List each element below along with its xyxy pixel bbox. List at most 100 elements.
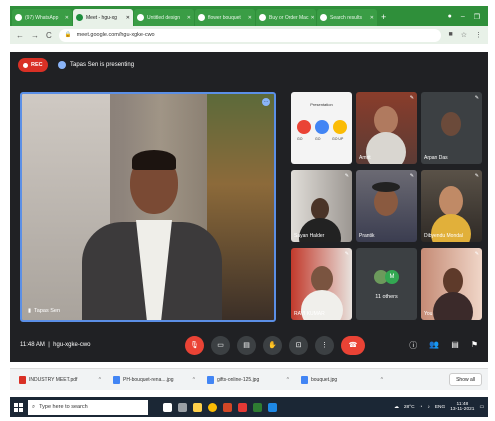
tab-search-results[interactable]: Search results ✕	[317, 9, 377, 26]
new-tab-button[interactable]: +	[381, 12, 386, 22]
participant-tile-prantik[interactable]: ✎ Prantik	[356, 170, 417, 242]
image-file-icon	[207, 375, 214, 384]
tab-meet[interactable]: Meet - hgu-xg ✕	[73, 9, 133, 26]
file-explorer-icon[interactable]	[193, 402, 202, 412]
close-tab-icon[interactable]: ✕	[246, 15, 252, 21]
pdf-file-icon	[19, 375, 26, 384]
close-tab-icon[interactable]: ✕	[63, 15, 69, 21]
tab-untitled-design[interactable]: Untitled design ✕	[134, 9, 194, 26]
window-controls: ● – ❐	[448, 13, 488, 21]
participant-name: RAVI KUMAR	[294, 311, 325, 317]
canva-icon	[137, 14, 144, 21]
downloads-bar: INDUSTRY MEET.pdf ^ PH-bouquet-rena....jp…	[10, 368, 488, 390]
participant-face	[443, 268, 463, 294]
more-options-button[interactable]: ⋮	[315, 335, 334, 355]
download-item[interactable]: bouquet.jpg ^	[298, 372, 386, 387]
activities-icon[interactable]: ⚑	[471, 340, 478, 351]
download-item[interactable]: gifts-online-125.jpg ^	[204, 372, 292, 387]
pin-icon[interactable]: ✎	[410, 173, 414, 179]
restore-icon[interactable]: ❐	[474, 13, 480, 21]
participant-tile-you[interactable]: ✎ You	[421, 248, 482, 320]
mic-off-button[interactable]: 🎙	[185, 335, 204, 355]
others-count: 11 others	[375, 294, 398, 300]
weather-icon[interactable]: ☁	[394, 405, 399, 410]
info-icon[interactable]: ⓘ	[409, 340, 417, 351]
present-button[interactable]: ⊡	[289, 335, 308, 355]
participant-tile-dibyendu-mondal[interactable]: ✎ Dibyendu Mondal	[421, 170, 482, 242]
tab-whatsapp[interactable]: (97) WhatsApp ✕	[12, 9, 72, 26]
temperature: 28°C	[403, 404, 415, 410]
reload-icon[interactable]: C	[46, 31, 52, 40]
presentation-thumbnail[interactable]: Presentation GO GO GO UP	[291, 92, 352, 164]
pin-icon[interactable]: ✎	[410, 95, 414, 101]
people-icon[interactable]: 👥	[429, 340, 439, 351]
leave-call-button[interactable]: ☎	[341, 335, 365, 355]
app-icon[interactable]	[268, 402, 277, 412]
close-tab-icon[interactable]: ✕	[185, 15, 191, 21]
chat-icon[interactable]: ▤	[451, 340, 459, 351]
app-icon[interactable]	[253, 402, 262, 412]
pin-icon[interactable]: ✎	[475, 173, 479, 179]
pin-icon[interactable]: ✎	[345, 251, 349, 257]
acrobat-icon[interactable]	[238, 402, 247, 412]
task-view-icon[interactable]	[178, 402, 187, 412]
forward-icon[interactable]: →	[31, 31, 39, 40]
raise-hand-button[interactable]: ✋	[263, 335, 282, 355]
participant-tile-amrit[interactable]: ✎ Amrit	[356, 92, 417, 164]
tab-flower-bouquet[interactable]: flower bouquet ✕	[195, 9, 255, 26]
windows-taskbar: ⌕ Type here to search ☁ 28°C ◔ ♪ ENG 11:4…	[10, 397, 488, 417]
menu-dots-icon[interactable]: ⋮	[475, 31, 482, 39]
tab-buy-order[interactable]: Buy or Order Mac ✕	[256, 9, 316, 26]
pin-icon[interactable]: ✎	[475, 95, 479, 101]
cortana-icon[interactable]	[163, 402, 172, 412]
taskbar-apps	[163, 402, 277, 412]
account-icon[interactable]: ●	[448, 13, 452, 21]
camera-button[interactable]: ▭	[211, 335, 230, 355]
bookmark-star-icon[interactable]: ☆	[461, 31, 467, 39]
participant-tile-sayan-halder[interactable]: ✎ Sayan Halder	[291, 170, 352, 242]
minimize-icon[interactable]: –	[461, 13, 465, 21]
captions-button[interactable]: ▤	[237, 335, 256, 355]
record-dot-icon	[23, 62, 28, 68]
camera-indicator-icon[interactable]: ■	[448, 31, 452, 39]
pin-icon: ▮	[28, 308, 32, 314]
others-avatar-letter: M	[385, 270, 399, 284]
language-indicator[interactable]: ENG	[435, 405, 445, 410]
participant-face	[374, 188, 398, 216]
notification-icon[interactable]: ▭	[479, 405, 484, 410]
pin-icon[interactable]: ✎	[345, 173, 349, 179]
chevron-up-icon[interactable]: ^	[193, 377, 195, 383]
meet-controls-bar: 11:48 AM | hgu-xgke-cwo 🎙 ▭ ▤ ✋ ⊡ ⋮ ☎ ⓘ …	[10, 330, 488, 360]
show-all-button[interactable]: Show all	[449, 373, 482, 386]
download-item[interactable]: PH-bouquet-rena....jpg ^	[110, 372, 198, 387]
participant-tile-arpan-das[interactable]: ✎ Arpan Das	[421, 92, 482, 164]
windows-start-icon[interactable]	[14, 402, 23, 412]
pin-icon[interactable]: ✎	[475, 251, 479, 257]
meet-window: REC Tapas Sen is presenting ⋯ ▮ Tapas Sen…	[10, 52, 488, 362]
participant-headphones	[372, 182, 400, 192]
presenting-banner: Tapas Sen is presenting	[58, 61, 134, 69]
taskbar-search-box[interactable]: ⌕ Type here to search	[28, 399, 148, 415]
wifi-icon[interactable]: ◔	[420, 405, 423, 410]
thumb-label: GO UP	[332, 137, 344, 141]
taskbar-clock[interactable]: 11:48 13-11-2021	[450, 402, 474, 413]
chevron-up-icon[interactable]: ^	[287, 377, 289, 383]
others-tile[interactable]: M 11 others	[356, 248, 417, 320]
tile-options-icon[interactable]: ⋯	[262, 98, 270, 106]
download-item[interactable]: INDUSTRY MEET.pdf ^	[16, 372, 104, 387]
powerpoint-icon[interactable]	[223, 402, 232, 412]
close-tab-icon[interactable]: ✕	[124, 15, 130, 21]
volume-icon[interactable]: ♪	[427, 405, 429, 410]
close-tab-icon[interactable]: ✕	[368, 15, 374, 21]
participant-tile-ravi-kumar[interactable]: ✎ RAVI KUMAR	[291, 248, 352, 320]
close-tab-icon[interactable]: ✕	[308, 15, 314, 21]
participant-face	[311, 266, 333, 292]
back-icon[interactable]: ←	[16, 31, 24, 40]
main-speaker-tile[interactable]: ⋯ ▮ Tapas Sen	[20, 92, 276, 322]
chevron-up-icon[interactable]: ^	[99, 377, 101, 383]
chrome-icon[interactable]	[208, 402, 217, 412]
url-field[interactable]: 🔒 meet.google.com/hgu-xgke-cwo	[58, 28, 442, 42]
participant-name: Dibyendu Mondal	[424, 233, 463, 239]
chevron-up-icon[interactable]: ^	[381, 377, 383, 383]
participant-name: Amrit	[359, 155, 371, 161]
